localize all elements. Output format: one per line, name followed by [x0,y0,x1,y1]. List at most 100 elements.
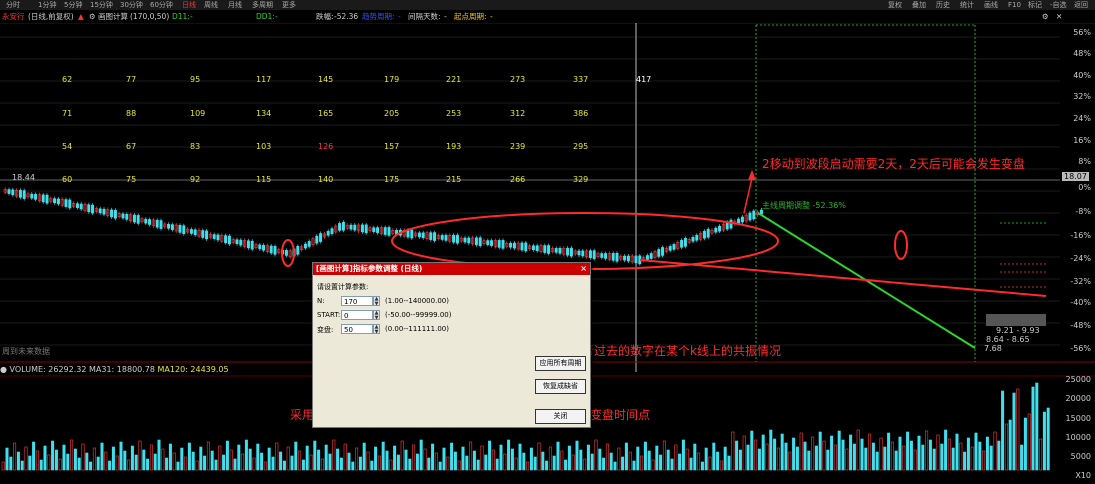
param-n-input[interactable]: 170 [341,296,373,306]
volume-bar [130,445,134,471]
volume-bar [313,440,317,471]
period-number: 386 [573,109,589,118]
volume-bar [826,449,830,471]
candle [512,242,516,249]
candle [626,255,630,262]
right-price-label: 18.07 [1062,172,1089,181]
volume-bar [643,441,647,471]
volume-bar [134,454,138,471]
volume-bar [917,435,921,471]
volume-bar [229,449,233,471]
volume-bar [628,451,632,471]
volume-bar [769,429,773,471]
volume-bar [461,446,465,471]
volume-bar [472,450,476,471]
volume-bar [328,453,332,471]
candle [387,227,391,236]
param-start-input[interactable]: 0 [341,310,373,320]
volume-bar [347,452,351,471]
candle [319,233,323,242]
volume-bar [108,460,112,471]
apply-all-periods-button[interactable]: 应用所有周期 [535,356,586,371]
candle [178,225,182,233]
volume-bar [609,452,613,471]
candle [429,232,433,240]
volume-bar [111,446,115,471]
candle [364,224,368,234]
volume-bar [146,458,150,471]
volume-bar [427,457,431,471]
candle [121,213,125,219]
param-change-spinner[interactable]: ▲ ▼ [373,324,380,335]
volume-bar [970,446,974,471]
volume-bar [925,430,929,471]
volume-bar [788,451,792,471]
volume-bar [750,430,754,471]
param-n-spinner[interactable]: ▲ ▼ [373,296,380,307]
period-number: 157 [384,142,400,151]
volume-bar [282,460,286,471]
volume-bar [332,439,336,471]
volume-bar [119,441,123,471]
volume-bar [602,457,606,471]
period-number: 126 [318,142,334,151]
volume-bar [830,435,834,471]
candle [34,194,38,200]
volume-bar [700,461,704,471]
volume-bar [704,447,708,471]
volume-legend: ● VOLUME: 26292.32 MA31: 18800.78 MA120:… [0,365,229,374]
volume-bar [191,451,195,471]
candle [535,245,539,252]
volume-bar [1020,444,1024,471]
candle [661,247,665,256]
volume-bar [206,441,210,471]
volume-bar [336,448,340,471]
candle [737,218,741,224]
volume-bar [43,445,47,471]
volume-bar [860,438,864,471]
candle [478,237,482,247]
period-number: 83 [190,142,201,151]
volume-bar [96,456,100,471]
candle [672,244,676,250]
period-number: 103 [256,142,272,151]
period-number: 165 [318,109,334,118]
volume-bar [556,441,560,471]
candle [490,240,494,246]
dialog-title[interactable]: [画图计算]指标参数调整 (日线) × [313,263,590,275]
candle [326,230,330,236]
param-change-range: (0.00--111111.00) [385,325,449,333]
close-button[interactable]: 关闭 [535,409,586,424]
volume-bar [180,447,184,471]
period-number: 337 [573,75,589,84]
param-start-spinner[interactable]: ▲ ▼ [373,310,380,321]
volume-bar [199,446,203,471]
volume-bar [868,433,872,471]
param-change-input[interactable]: 50 [341,324,373,334]
candle [155,219,159,228]
volume-bar [803,441,807,471]
volume-bar [381,441,385,471]
volume-bar [172,452,176,471]
dialog-close-icon[interactable]: × [580,263,587,275]
volume-bar [605,443,609,471]
volume-bar [594,439,598,471]
volume-bar [32,441,36,471]
volume-bar [412,444,416,471]
candle [68,199,72,209]
restore-default-button[interactable]: 恢复成缺省 [535,379,586,394]
volume-bar [339,457,343,471]
candle [269,245,273,254]
volume-bar [256,443,260,471]
volume-bar [716,451,720,471]
volume-bar [104,451,108,471]
volume-bar [776,447,780,471]
candle [680,240,684,248]
volume-bar [993,431,997,471]
candle [75,203,79,208]
param-change-label: 变盘: [317,326,334,334]
volume-bar [655,445,659,471]
trend-text: 主线周期调整 -52.36% [762,201,846,210]
volume-bar [552,455,556,471]
candle [668,246,672,251]
